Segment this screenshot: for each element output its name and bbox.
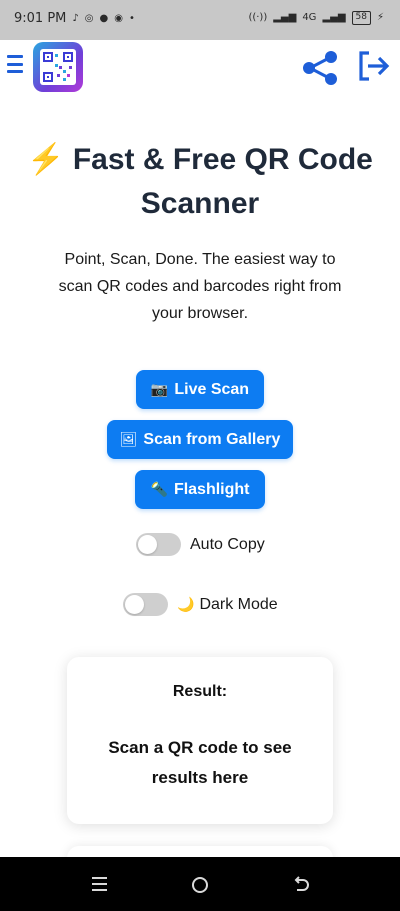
hamburger-menu-icon[interactable] [7, 55, 25, 77]
qr-code-graphic [43, 52, 73, 82]
whatsapp-notification-icon: ◎ [84, 12, 94, 24]
live-scan-button[interactable]: 📷 Live Scan [136, 370, 264, 409]
signal-icon-2: ▂▄▆ [322, 12, 346, 23]
app-header [0, 40, 400, 96]
page-subtitle: Point, Scan, Done. The easiest way to sc… [58, 251, 342, 322]
auto-copy-label: Auto Copy [190, 535, 265, 553]
app-notification-icon: ◉ [114, 12, 123, 24]
result-label: Result: [172, 683, 228, 700]
home-icon[interactable] [192, 877, 208, 893]
result-text: Scan a QR code to see results here [108, 738, 292, 787]
recent-apps-icon[interactable] [92, 877, 107, 891]
hotspot-icon: ((·)) [248, 12, 268, 23]
status-bar: 9:01 PM ♪ ◎ ● ◉ • ((·)) ▂▄▆ 4G ▂▄▆ 58 ⚡ [0, 0, 400, 40]
dark-mode-label: Dark Mode [199, 595, 278, 613]
moon-icon: 🌙 [177, 596, 195, 612]
flashlight-button[interactable]: 🔦 Flashlight [135, 470, 265, 509]
tiktok-notification-icon: ♪ [72, 12, 79, 24]
network-type: 4G [302, 12, 317, 23]
flashlight-label: Flashlight [173, 480, 250, 498]
live-scan-label: Live Scan [174, 380, 250, 398]
scan-from-gallery-label: Scan from Gallery [143, 430, 281, 448]
page-title-text: Fast & Free QR Code Scanner [72, 143, 373, 220]
back-icon[interactable] [291, 874, 311, 894]
qr-code-logo-icon[interactable] [33, 42, 83, 92]
chat-notification-icon: ● [99, 12, 109, 24]
camera-icon: 📷 [150, 381, 169, 397]
scan-from-gallery-button[interactable]: 🖼 Scan from Gallery [107, 420, 293, 459]
page-title: ⚡ Fast & Free QR Code Scanner [20, 138, 380, 226]
status-left: 9:01 PM ♪ ◎ ● ◉ • [14, 11, 135, 26]
result-card: Result: Scan a QR code to see results he… [67, 657, 333, 824]
status-time: 9:01 PM [14, 11, 67, 26]
lightning-icon: ⚡ [27, 143, 65, 176]
status-right: ((·)) ▂▄▆ 4G ▂▄▆ 58 ⚡ [248, 11, 384, 25]
toggle-knob [138, 535, 157, 554]
battery-level: 58 [355, 12, 367, 22]
toggle-knob [125, 595, 144, 614]
exit-icon[interactable] [356, 49, 390, 83]
gallery-icon: 🖼 [119, 431, 138, 447]
flashlight-icon: 🔦 [150, 481, 168, 497]
dark-mode-toggle[interactable] [123, 593, 168, 616]
auto-copy-row: Auto Copy [136, 533, 265, 556]
share-icon[interactable] [300, 48, 340, 88]
more-notifications-icon: • [128, 12, 135, 24]
charging-icon: ⚡ [376, 12, 384, 23]
dark-mode-row: 🌙 Dark Mode [123, 593, 278, 616]
battery-icon: 58 [351, 11, 371, 25]
signal-icon: ▂▄▆ [273, 12, 297, 23]
auto-copy-toggle[interactable] [136, 533, 181, 556]
navigation-bar [0, 857, 400, 911]
